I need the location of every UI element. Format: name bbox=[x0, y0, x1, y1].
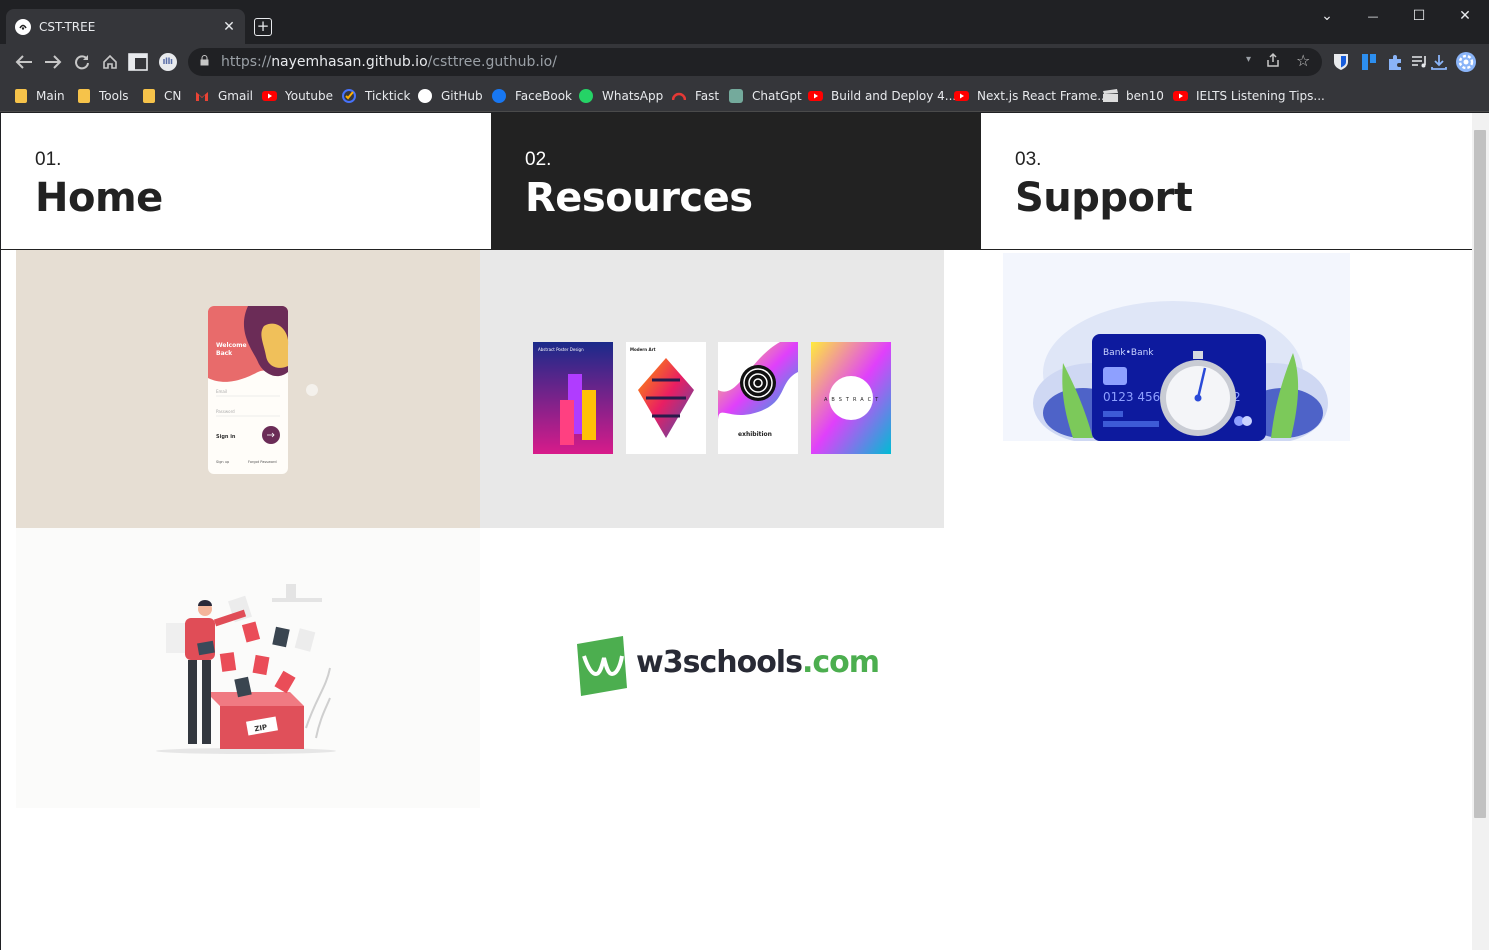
bookmark-github[interactable]: GitHub bbox=[418, 87, 483, 105]
youtube-icon bbox=[262, 89, 277, 103]
svg-text:w3schools.com: w3schools.com bbox=[636, 645, 879, 680]
address-bar[interactable]: https://nayemhasan.github.io/csttree.gut… bbox=[188, 48, 1322, 76]
tab-search-icon[interactable]: ⌄ bbox=[1304, 0, 1350, 32]
bookmark-cn[interactable]: CN bbox=[143, 87, 181, 105]
bookmark-facebook[interactable]: FaceBook bbox=[492, 87, 572, 105]
browser-tab[interactable]: CST-TREE ✕ bbox=[6, 9, 245, 44]
bookmark-star-icon[interactable]: ☆ bbox=[1296, 51, 1310, 70]
nav-home[interactable]: 01. Home bbox=[1, 113, 491, 249]
trello-icon[interactable] bbox=[1358, 51, 1380, 73]
lock-icon[interactable] bbox=[200, 55, 209, 66]
bookmark-whatsapp[interactable]: WhatsApp bbox=[579, 87, 663, 105]
share-icon[interactable] bbox=[1265, 52, 1281, 72]
folder-icon bbox=[78, 89, 90, 103]
fast-icon bbox=[671, 89, 687, 103]
nav-number: 03. bbox=[1015, 149, 1042, 170]
maximize-icon[interactable]: ☐ bbox=[1396, 0, 1442, 32]
svg-text:Welcome: Welcome bbox=[216, 342, 247, 349]
download-icon[interactable] bbox=[1428, 51, 1450, 73]
svg-text:Sign up: Sign up bbox=[216, 460, 230, 464]
bookmark-youtube[interactable]: Youtube bbox=[262, 87, 333, 105]
clapper-icon bbox=[1103, 89, 1118, 103]
youtube-icon bbox=[808, 89, 823, 103]
bookmark-ielts[interactable]: IELTS Listening Tips... bbox=[1173, 87, 1325, 105]
resource-card-posters[interactable]: Abstract Poster Design Modern Art exhibi… bbox=[480, 250, 944, 528]
extensions-puzzle-icon[interactable] bbox=[1385, 51, 1407, 73]
omnibox-dropdown-icon[interactable]: ▾ bbox=[1246, 54, 1251, 65]
nav-label: Resources bbox=[525, 175, 753, 221]
site-favicon-icon bbox=[15, 18, 31, 35]
nav-resources[interactable]: 02. Resources bbox=[491, 113, 981, 249]
nav-number: 01. bbox=[35, 149, 62, 170]
nav-label: Home bbox=[35, 175, 163, 221]
svg-text:0123 456: 0123 456 bbox=[1103, 390, 1160, 404]
gmail-icon bbox=[195, 89, 209, 103]
svg-text:Modern Art: Modern Art bbox=[630, 347, 656, 352]
youtube-icon bbox=[1173, 89, 1188, 103]
main-nav: 01. Home 02. Resources 03. Support bbox=[1, 113, 1472, 250]
bookmark-chatgpt[interactable]: ChatGpt bbox=[729, 87, 802, 105]
home-icon[interactable] bbox=[99, 51, 121, 73]
url-text[interactable]: https://nayemhasan.github.io/csttree.gut… bbox=[221, 54, 557, 70]
tab-strip: CST-TREE ✕ + ⌄ — ☐ ✕ bbox=[0, 0, 1489, 44]
svg-text:Abstract Poster Design: Abstract Poster Design bbox=[538, 347, 584, 352]
svg-text:Email: Email bbox=[216, 389, 227, 394]
bank-card-timer-illustration: Bank•Bank 0123 456 2 bbox=[1033, 301, 1328, 441]
bookmarks-bar: Main Tools CN Gmail Youtube Ticktick Git… bbox=[0, 80, 1489, 112]
back-icon[interactable] bbox=[13, 51, 35, 73]
minimize-icon[interactable]: — bbox=[1350, 0, 1396, 32]
bookmark-build-deploy[interactable]: Build and Deploy 4... bbox=[808, 87, 956, 105]
extension-hand-icon[interactable] bbox=[157, 51, 179, 73]
bookmark-tools[interactable]: Tools bbox=[78, 87, 129, 105]
svg-text:ABSTRACT: ABSTRACT bbox=[824, 397, 882, 403]
resource-card-zip[interactable]: ZIP bbox=[16, 528, 480, 808]
forward-icon[interactable] bbox=[42, 51, 64, 73]
tab-title: CST-TREE bbox=[39, 19, 96, 34]
w3schools-logo: w3schools.com bbox=[577, 636, 880, 696]
reload-icon[interactable] bbox=[71, 51, 93, 73]
chatgpt-icon bbox=[729, 89, 743, 103]
resource-card-bank[interactable]: Bank•Bank 0123 456 2 bbox=[1003, 253, 1350, 441]
svg-text:exhibition: exhibition bbox=[738, 431, 772, 438]
folder-icon bbox=[143, 89, 155, 103]
svg-text:Sign in: Sign in bbox=[216, 434, 236, 440]
zip-files-illustration: ZIP bbox=[156, 584, 336, 754]
facebook-icon bbox=[492, 89, 506, 103]
new-tab-button[interactable]: + bbox=[254, 18, 272, 36]
nav-label: Support bbox=[1015, 175, 1193, 221]
resource-card-w3schools[interactable]: w3schools.com bbox=[480, 528, 944, 808]
page-viewport: 01. Home 02. Resources 03. Support Welco… bbox=[0, 113, 1472, 950]
abstract-posters-illustration: Abstract Poster Design Modern Art exhibi… bbox=[533, 342, 891, 454]
bookmark-gmail[interactable]: Gmail bbox=[195, 87, 253, 105]
bookmark-ticktick[interactable]: Ticktick bbox=[342, 87, 410, 105]
nav-support[interactable]: 03. Support bbox=[981, 113, 1471, 249]
settings-gear-icon[interactable] bbox=[1455, 51, 1477, 73]
svg-text:Forgot Password: Forgot Password bbox=[248, 460, 277, 464]
bookmark-nextjs[interactable]: Next.js React Frame... bbox=[954, 87, 1109, 105]
svg-text:Password: Password bbox=[216, 409, 235, 414]
whatsapp-icon bbox=[579, 89, 593, 103]
folder-icon bbox=[15, 89, 27, 103]
tab-close-icon[interactable]: ✕ bbox=[219, 19, 239, 35]
browser-toolbar: https://nayemhasan.github.io/csttree.gut… bbox=[0, 44, 1489, 80]
bitwarden-icon[interactable] bbox=[1330, 51, 1352, 73]
mobile-login-illustration: Welcome Back Email Password Sign in Sign… bbox=[208, 306, 318, 474]
side-panel-icon[interactable] bbox=[127, 51, 149, 73]
close-window-icon[interactable]: ✕ bbox=[1442, 0, 1488, 32]
github-icon bbox=[418, 89, 432, 103]
svg-text:Back: Back bbox=[216, 350, 233, 357]
resource-card-mobile-ui[interactable]: Welcome Back Email Password Sign in Sign… bbox=[16, 250, 480, 528]
ticktick-icon bbox=[342, 89, 356, 103]
nav-number: 02. bbox=[525, 149, 552, 170]
bookmark-ben10[interactable]: ben10 bbox=[1103, 87, 1164, 105]
youtube-icon bbox=[954, 89, 969, 103]
bookmark-main[interactable]: Main bbox=[15, 87, 65, 105]
svg-text:Bank•Bank: Bank•Bank bbox=[1103, 348, 1154, 358]
bookmark-fast[interactable]: Fast bbox=[671, 87, 719, 105]
scrollbar-thumb[interactable] bbox=[1474, 130, 1486, 818]
